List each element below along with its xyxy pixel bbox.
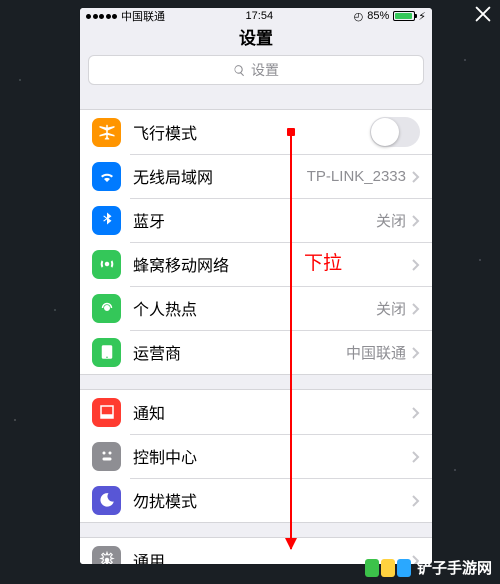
chevron-right-icon <box>412 406 420 418</box>
row-airplane[interactable]: 飞行模式 <box>80 110 432 154</box>
chevron-right-icon <box>412 346 420 358</box>
chevron-right-icon <box>412 258 420 270</box>
row-value: 关闭 <box>376 298 406 319</box>
row-cellular[interactable]: 蜂窝移动网络 <box>80 242 432 286</box>
alarm-icon: ◴ <box>354 10 364 23</box>
page-title: 设置 <box>239 24 273 49</box>
hotspot-icon <box>92 294 121 323</box>
row-label: 飞行模式 <box>133 120 370 144</box>
row-label: 运营商 <box>133 340 346 364</box>
row-wifi[interactable]: 无线局域网 TP-LINK_2333 <box>80 154 432 198</box>
row-bluetooth[interactable]: 蓝牙 关闭 <box>80 198 432 242</box>
row-hotspot[interactable]: 个人热点 关闭 <box>80 286 432 330</box>
search-icon <box>233 64 246 77</box>
bluetooth-icon <box>92 206 121 235</box>
chevron-right-icon <box>412 494 420 506</box>
airplane-toggle[interactable] <box>370 117 420 147</box>
row-label: 勿扰模式 <box>133 488 412 512</box>
chevron-right-icon <box>412 170 420 182</box>
row-value: TP-LINK_2333 <box>307 168 406 185</box>
cellular-icon <box>92 250 121 279</box>
settings-group-system: 通知 控制中心 勿扰模式 <box>80 389 432 523</box>
battery-pct: 85% <box>367 10 389 22</box>
row-label: 蜂窝移动网络 <box>133 252 412 276</box>
status-bar: 中国联通 17:54 ◴ 85% ⚡︎ <box>80 8 432 24</box>
watermark: 铲子手游网 <box>365 557 492 578</box>
clock-label: 17:54 <box>246 10 274 22</box>
search-placeholder: 设置 <box>251 60 279 80</box>
row-control-center[interactable]: 控制中心 <box>80 434 432 478</box>
chevron-right-icon <box>412 214 420 226</box>
battery-icon <box>393 11 415 21</box>
carrier-label: 中国联通 <box>121 8 165 24</box>
signal-dots-icon <box>86 14 117 19</box>
row-label: 通知 <box>133 400 412 424</box>
row-carrier[interactable]: 运营商 中国联通 <box>80 330 432 374</box>
chevron-right-icon <box>412 450 420 462</box>
row-label: 蓝牙 <box>133 208 376 232</box>
row-label: 个人热点 <box>133 296 376 320</box>
chevron-right-icon <box>412 302 420 314</box>
settings-screen: 中国联通 17:54 ◴ 85% ⚡︎ 设置 设置 飞行模式 无线局域网 <box>80 8 432 564</box>
wifi-icon <box>92 162 121 191</box>
row-dnd[interactable]: 勿扰模式 <box>80 478 432 522</box>
row-value: 中国联通 <box>346 342 406 363</box>
row-label: 控制中心 <box>133 444 412 468</box>
settings-group-network: 飞行模式 无线局域网 TP-LINK_2333 蓝牙 关闭 蜂窝移动网络 个人热… <box>80 109 432 375</box>
watermark-text: 铲子手游网 <box>417 557 492 578</box>
dnd-icon <box>92 486 121 515</box>
carrier-icon <box>92 338 121 367</box>
charging-icon: ⚡︎ <box>418 10 426 23</box>
notifications-icon <box>92 398 121 427</box>
close-icon[interactable] <box>472 3 494 25</box>
row-label: 无线局域网 <box>133 164 307 188</box>
row-notifications[interactable]: 通知 <box>80 390 432 434</box>
control-center-icon <box>92 442 121 471</box>
nav-bar: 设置 <box>80 24 432 49</box>
general-icon <box>92 546 121 565</box>
row-value: 关闭 <box>376 210 406 231</box>
search-input[interactable]: 设置 <box>88 55 424 85</box>
watermark-logo-icon <box>365 559 411 577</box>
airplane-icon <box>92 118 121 147</box>
